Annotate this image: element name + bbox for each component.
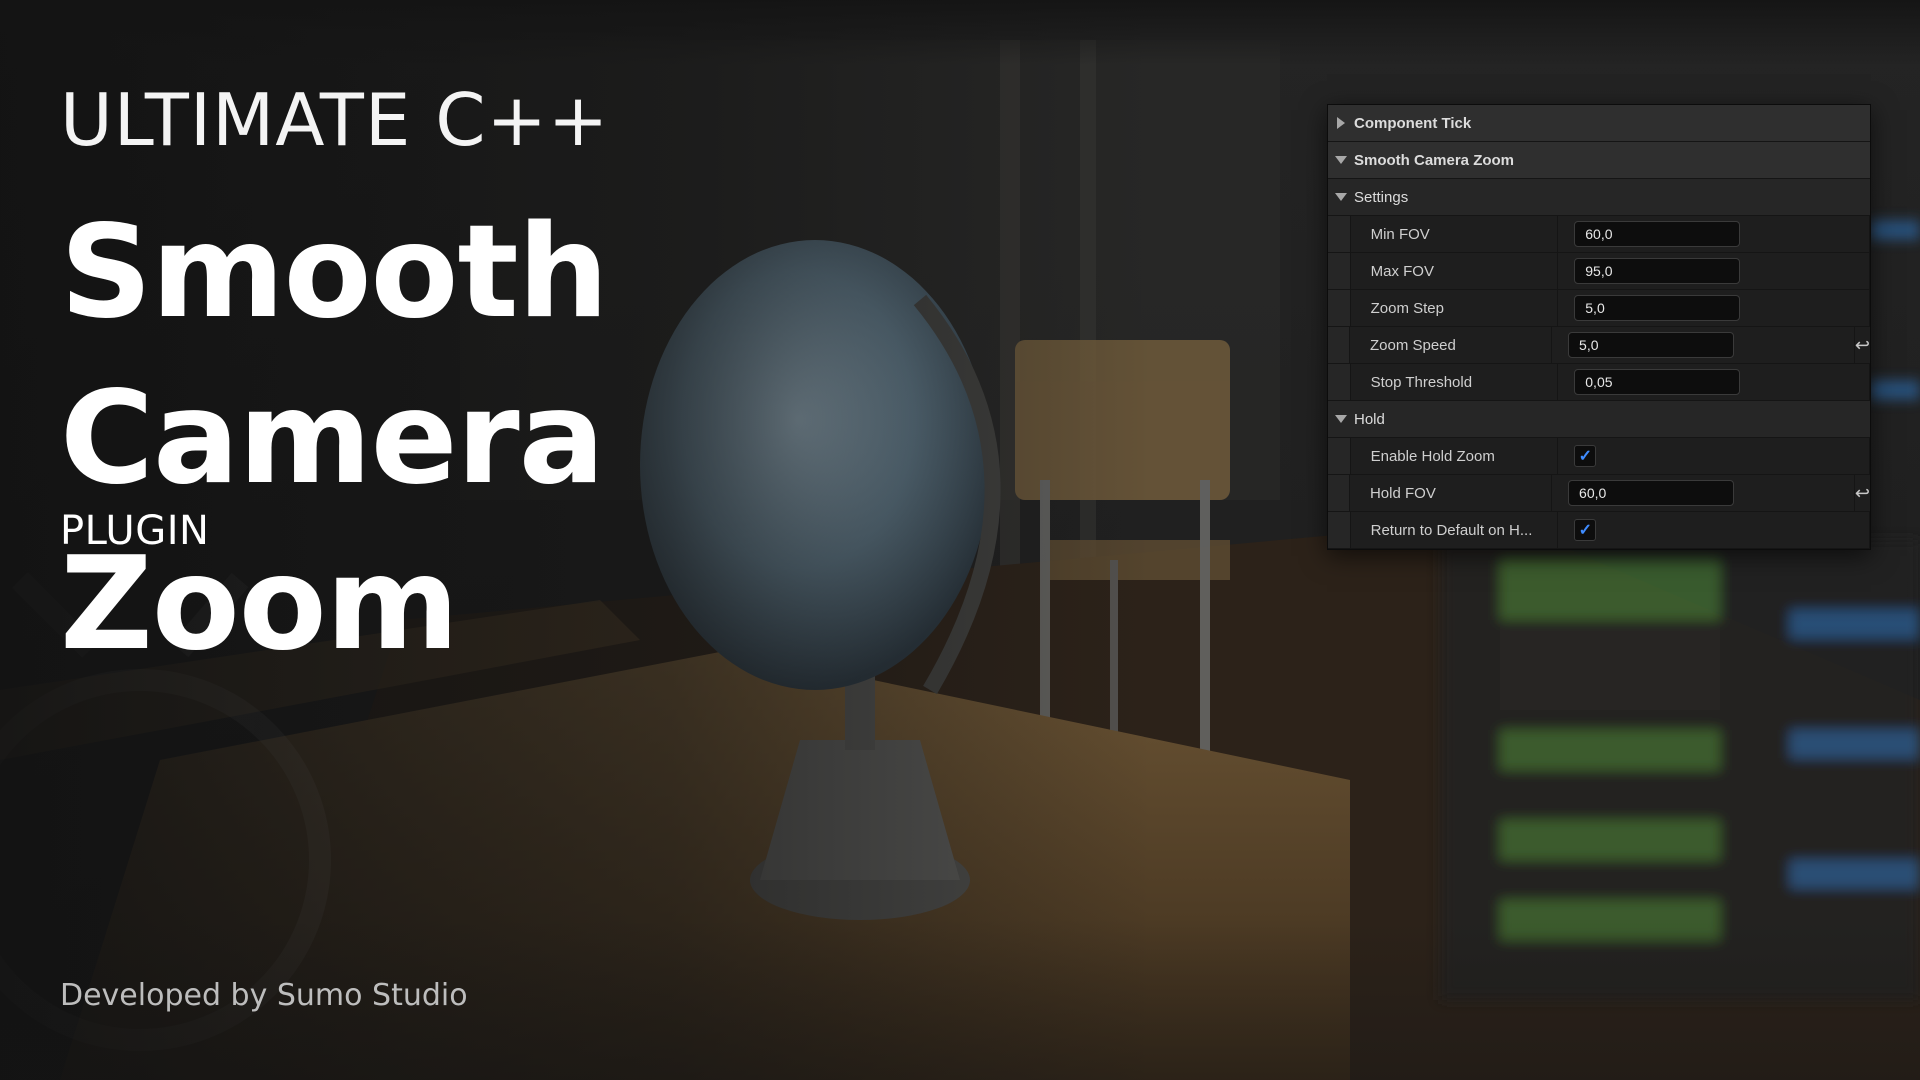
checkmark-icon: ✓ xyxy=(1578,448,1592,465)
subcategory-label: Hold xyxy=(1354,410,1385,428)
property-label: Return to Default on H... xyxy=(1351,512,1559,548)
property-row-enable-hold-zoom: Enable Hold Zoom ✓ xyxy=(1328,438,1870,475)
subtitle: PLUGIN xyxy=(60,508,210,554)
details-panel: Component Tick Smooth Camera Zoom Settin… xyxy=(1327,104,1871,550)
property-row-min-fov: Min FOV 60,0 xyxy=(1328,216,1870,253)
title-line-1: Smooth Camera xyxy=(60,198,609,513)
property-label: Enable Hold Zoom xyxy=(1351,438,1559,474)
max-fov-input[interactable]: 95,0 xyxy=(1574,258,1741,284)
property-label: Zoom Speed xyxy=(1350,327,1553,363)
property-row-zoom-step: Zoom Step 5,0 xyxy=(1328,290,1870,327)
zoom-speed-input[interactable]: 5,0 xyxy=(1568,332,1735,358)
property-row-return-to-default: Return to Default on H... ✓ xyxy=(1328,512,1870,549)
stop-threshold-input[interactable]: 0,05 xyxy=(1574,369,1741,395)
property-label: Zoom Step xyxy=(1351,290,1559,326)
reset-arrow-icon[interactable]: ↩ xyxy=(1855,335,1870,356)
category-component-tick[interactable]: Component Tick xyxy=(1328,105,1870,142)
developer-credit: Developed by Sumo Studio xyxy=(60,978,468,1013)
zoom-step-input[interactable]: 5,0 xyxy=(1574,295,1741,321)
enable-hold-zoom-checkbox[interactable]: ✓ xyxy=(1574,445,1597,467)
property-label: Stop Threshold xyxy=(1351,364,1559,400)
category-smooth-camera-zoom[interactable]: Smooth Camera Zoom xyxy=(1328,142,1870,179)
property-row-max-fov: Max FOV 95,0 xyxy=(1328,253,1870,290)
hold-fov-input[interactable]: 60,0 xyxy=(1568,480,1735,506)
property-label: Hold FOV xyxy=(1350,475,1553,511)
main-title: Smooth Camera Zoom xyxy=(60,190,1160,688)
checkmark-icon: ✓ xyxy=(1578,522,1592,539)
collapse-arrow-icon[interactable] xyxy=(1328,193,1354,201)
title-line-2: Zoom xyxy=(60,530,459,679)
property-label: Min FOV xyxy=(1351,216,1559,252)
return-to-default-checkbox[interactable]: ✓ xyxy=(1574,519,1597,541)
collapse-arrow-icon[interactable] xyxy=(1328,156,1354,164)
collapse-arrow-icon[interactable] xyxy=(1328,415,1354,423)
subcategory-label: Settings xyxy=(1354,188,1409,206)
subcategory-hold[interactable]: Hold xyxy=(1328,401,1870,438)
property-label: Max FOV xyxy=(1351,253,1559,289)
eyebrow-title: ULTIMATE C++ xyxy=(60,78,610,162)
property-row-zoom-speed: Zoom Speed 5,0 ↩ xyxy=(1328,327,1870,364)
property-row-stop-threshold: Stop Threshold 0,05 xyxy=(1328,364,1870,401)
reset-arrow-icon[interactable]: ↩ xyxy=(1855,483,1870,504)
property-row-hold-fov: Hold FOV 60,0 ↩ xyxy=(1328,475,1870,512)
category-label: Smooth Camera Zoom xyxy=(1354,151,1515,169)
expand-arrow-icon[interactable] xyxy=(1328,117,1354,129)
subcategory-settings[interactable]: Settings xyxy=(1328,179,1870,216)
category-label: Component Tick xyxy=(1354,114,1472,132)
min-fov-input[interactable]: 60,0 xyxy=(1574,221,1741,247)
